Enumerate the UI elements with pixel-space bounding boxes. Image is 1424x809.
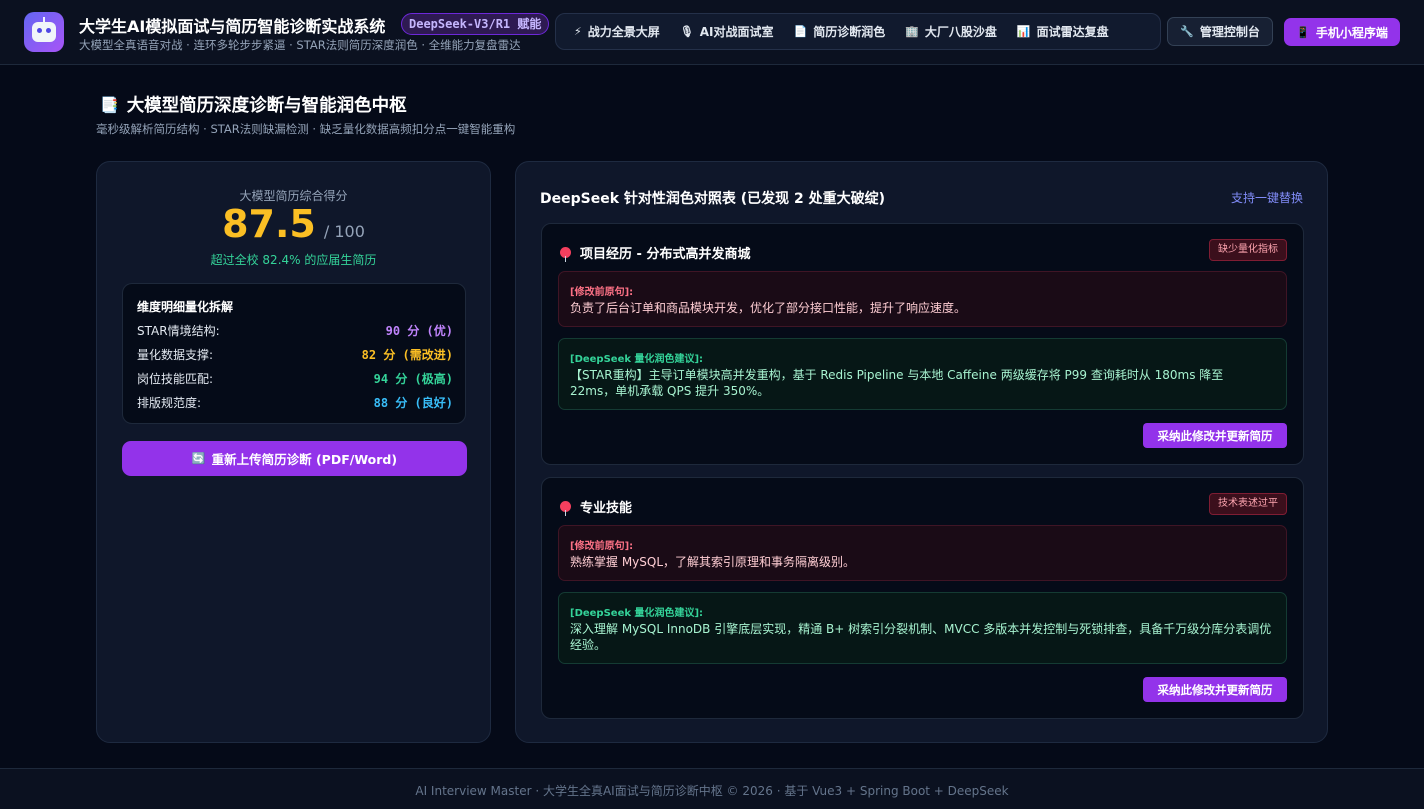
breakdown-title: 维度明细量化拆解 xyxy=(137,300,234,314)
admin-console-label: 管理控制台 xyxy=(1199,25,1260,39)
reupload-resume-button[interactable]: 🔄 重新上传简历诊断 (PDF/Word) xyxy=(122,441,467,476)
dimension-score: 94 分 (极高) xyxy=(373,371,453,386)
suggestion-box: [DeepSeek 量化润色建议]: 深入理解 MySQL InnoDB 引擎底… xyxy=(558,592,1287,664)
dimension-row: 排版规范度: 88 分 (良好) xyxy=(137,392,453,412)
dimension-row: STAR情境结构: 90 分 (优) xyxy=(137,320,453,340)
score-max: / 100 xyxy=(323,222,365,241)
page-title: 📑 大模型简历深度诊断与智能润色中枢 xyxy=(100,92,407,117)
adopt-change-button[interactable]: 采纳此修改并更新简历 xyxy=(1143,677,1287,702)
footer: AI Interview Master · 大学生全真AI面试与简历诊断中枢 ©… xyxy=(0,768,1424,809)
dimension-name: STAR情境结构: xyxy=(137,323,220,338)
nav-item-dashboard[interactable]: ⚡ 战力全景大屏 xyxy=(564,17,670,47)
admin-console-button[interactable]: 🔧 管理控制台 xyxy=(1167,17,1273,46)
one-click-replace-link[interactable]: 支持一键替换 xyxy=(1231,189,1303,206)
suggestion-card: 项目经历 - 分布式高并发商城 缺少量化指标 [修改前原句]: 负责了后台订单和… xyxy=(541,223,1304,465)
nav-item-resume-diagnosis[interactable]: 📄 简历诊断润色 xyxy=(783,17,895,47)
app-title: 大学生AI模拟面试与简历智能诊断实战系统 xyxy=(79,17,386,36)
original-text: 熟练掌握 MySQL，了解其索引原理和事务隔离级别。 xyxy=(570,555,856,569)
document-icon: 📄 xyxy=(793,25,808,38)
mobile-phone-icon: 📱 xyxy=(1296,25,1310,39)
nav-item-radar-review[interactable]: 📊 面试雷达复盘 xyxy=(1007,17,1119,47)
suggestion-heading: 专业技能 xyxy=(560,497,632,516)
suggestion-text: 【STAR重构】主导订单模块高并发重构，基于 Redis Pipeline 与本… xyxy=(570,368,1224,398)
microphone-icon: 🎙 xyxy=(679,25,694,38)
nav-item-sandbox[interactable]: 🏢 大厂八股沙盘 xyxy=(895,17,1007,47)
page-title-text: 大模型简历深度诊断与智能润色中枢 xyxy=(126,96,407,116)
suggestion-title: 项目经历 - 分布式高并发商城 xyxy=(580,247,751,262)
suggestion-title: 专业技能 xyxy=(580,501,633,516)
original-label: [修改前原句]: xyxy=(570,541,634,552)
score-card: 大模型简历综合得分 87.5/ 100 超过全校 82.4% 的应届生简历 维度… xyxy=(96,161,491,743)
top-header: 大学生AI模拟面试与简历智能诊断实战系统 大模型全真语音对战 · 连环多轮步步紧… xyxy=(0,0,1424,65)
dimension-score: 90 分 (优) xyxy=(385,323,453,338)
pin-icon xyxy=(560,501,571,516)
issue-tag: 技术表述过平 xyxy=(1209,493,1287,515)
dimension-row: 量化数据支撑: 82 分 (需改进) xyxy=(137,344,453,364)
issue-tag: 缺少量化指标 xyxy=(1209,239,1287,261)
document-icon: 📑 xyxy=(100,95,119,114)
score-value: 87.5 xyxy=(222,202,316,246)
app-subtitle: 大模型全真语音对战 · 连环多轮步步紧逼 · STAR法则简历深度润色 · 全维… xyxy=(79,38,521,52)
page-subtitle: 毫秒级解析简历结构 · STAR法则缺漏检测 · 缺乏量化数据高频扣分点一键智能… xyxy=(96,122,516,136)
original-text: 负责了后台订单和商品模块开发，优化了部分接口性能，提升了响应速度。 xyxy=(570,301,967,315)
dimension-score: 82 分 (需改进) xyxy=(361,347,453,362)
bar-chart-icon: 📊 xyxy=(1016,25,1031,38)
suggestion-heading: 项目经历 - 分布式高并发商城 xyxy=(560,243,750,262)
original-label: [修改前原句]: xyxy=(570,287,634,298)
polish-comparison-card: DeepSeek 针对性润色对照表 (已发现 2 处重大破绽) 支持一键替换 项… xyxy=(515,161,1328,743)
robot-logo-icon xyxy=(24,12,64,52)
dimension-name: 量化数据支撑: xyxy=(137,347,214,362)
reupload-label: 重新上传简历诊断 (PDF/Word) xyxy=(211,452,398,467)
dimension-name: 排版规范度: xyxy=(137,395,202,410)
mobile-app-button[interactable]: 📱 手机小程序端 xyxy=(1284,18,1400,46)
suggestion-label: [DeepSeek 量化润色建议]: xyxy=(570,354,704,365)
suggestion-box: [DeepSeek 量化润色建议]: 【STAR重构】主导订单模块高并发重构，基… xyxy=(558,338,1287,410)
wrench-icon: 🔧 xyxy=(1180,25,1194,38)
dimension-score: 88 分 (良好) xyxy=(373,395,453,410)
dimension-breakdown: 维度明细量化拆解 STAR情境结构: 90 分 (优) 量化数据支撑: 82 分… xyxy=(122,283,466,424)
suggestion-card: 专业技能 技术表述过平 [修改前原句]: 熟练掌握 MySQL，了解其索引原理和… xyxy=(541,477,1304,719)
footer-text: AI Interview Master · 大学生全真AI面试与简历诊断中枢 ©… xyxy=(415,784,1009,798)
nav-item-label: 简历诊断润色 xyxy=(813,25,886,39)
score-display: 87.5 / 100 xyxy=(97,202,490,246)
nav-item-label: 面试雷达复盘 xyxy=(1036,25,1109,39)
original-sentence-box: [修改前原句]: 熟练掌握 MySQL，了解其索引原理和事务隔离级别。 xyxy=(558,525,1287,581)
pin-icon xyxy=(560,247,571,262)
mobile-app-label: 手机小程序端 xyxy=(1315,25,1388,40)
main-nav: ⚡ 战力全景大屏 🎙 AI对战面试室 📄 简历诊断润色 🏢 大厂八股沙盘 📊 面… xyxy=(555,13,1161,50)
suggestion-label: [DeepSeek 量化润色建议]: xyxy=(570,608,704,619)
comparison-title: DeepSeek 针对性润色对照表 (已发现 2 处重大破绽) xyxy=(540,191,886,207)
refresh-icon: 🔄 xyxy=(191,452,206,465)
original-sentence-box: [修改前原句]: 负责了后台订单和商品模块开发，优化了部分接口性能，提升了响应速… xyxy=(558,271,1287,327)
nav-item-label: AI对战面试室 xyxy=(699,25,774,39)
model-badge: DeepSeek-V3/R1 赋能 xyxy=(401,13,550,35)
nav-item-label: 战力全景大屏 xyxy=(587,25,660,39)
dimension-row: 岗位技能匹配: 94 分 (极高) xyxy=(137,368,453,388)
nav-item-interview-room[interactable]: 🎙 AI对战面试室 xyxy=(670,17,784,47)
suggestion-text: 深入理解 MySQL InnoDB 引擎底层实现，精通 B+ 树索引分裂机制、M… xyxy=(570,622,1272,652)
score-rank: 超过全校 82.4% 的应届生简历 xyxy=(210,253,377,267)
lightning-icon: ⚡ xyxy=(574,25,582,38)
adopt-change-button[interactable]: 采纳此修改并更新简历 xyxy=(1143,423,1287,448)
nav-item-label: 大厂八股沙盘 xyxy=(924,25,997,39)
dimension-name: 岗位技能匹配: xyxy=(137,371,214,386)
building-icon: 🏢 xyxy=(905,25,919,38)
